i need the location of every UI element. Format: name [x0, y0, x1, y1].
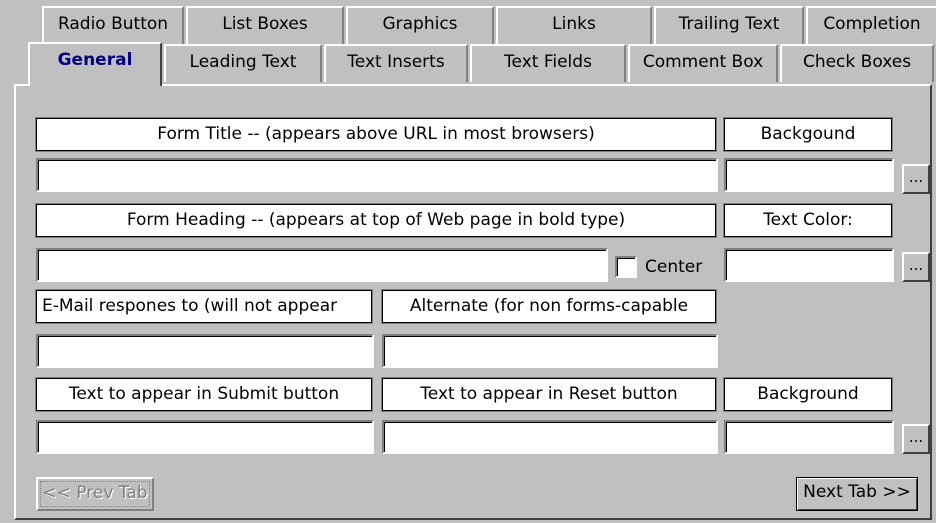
alternate-input[interactable]: [382, 334, 718, 368]
next-tab-button[interactable]: Next Tab >>: [796, 477, 918, 511]
text-color-field[interactable]: [726, 250, 892, 280]
background-input[interactable]: [724, 158, 894, 192]
alternate-label: Alternate (for non forms-capable: [381, 289, 717, 324]
form-heading-field[interactable]: [38, 250, 606, 280]
background-browse-button[interactable]: ...: [902, 164, 930, 194]
submit-text-input[interactable]: [36, 420, 374, 454]
tab-list-boxes[interactable]: List Boxes: [186, 6, 344, 44]
tab-radio-button[interactable]: Radio Button: [42, 6, 184, 44]
tab-trailing-text[interactable]: Trailing Text: [654, 6, 804, 44]
email-label: E-Mail respones to (will not appear: [35, 289, 373, 324]
tab-label: Graphics: [382, 14, 458, 34]
submit-text-field[interactable]: [38, 422, 372, 452]
tab-label: Links: [552, 14, 596, 34]
tab-general[interactable]: General: [28, 42, 162, 86]
next-tab-label: Next Tab >>: [803, 482, 911, 502]
tab-leading-text[interactable]: Leading Text: [164, 44, 322, 82]
tab-text-fields[interactable]: Text Fields: [470, 44, 626, 82]
background-sound-label: Background: [723, 377, 893, 412]
tab-check-boxes[interactable]: Check Boxes: [780, 44, 934, 82]
background-field[interactable]: [726, 160, 892, 190]
reset-text-field[interactable]: [384, 422, 716, 452]
background-sound-browse-button[interactable]: ...: [902, 424, 930, 454]
center-checkbox-group[interactable]: Center: [611, 250, 715, 284]
reset-text-label: Text to appear in Reset button: [381, 377, 717, 412]
tab-label: Comment Box: [642, 52, 764, 72]
email-input[interactable]: [36, 334, 374, 368]
tab-label: General: [57, 50, 133, 70]
text-color-browse-button[interactable]: ...: [902, 252, 930, 282]
form-heading-input[interactable]: [36, 248, 608, 282]
center-checkbox-label: Center: [645, 257, 703, 277]
tab-completion[interactable]: Completion: [806, 6, 936, 44]
tab-label: Text Inserts: [347, 52, 445, 72]
text-color-label: Text Color:: [723, 203, 893, 238]
prev-tab-button[interactable]: << Prev Tab: [36, 477, 154, 511]
form-title-field[interactable]: [38, 160, 716, 190]
tab-label: Leading Text: [189, 52, 297, 72]
background-sound-field[interactable]: [726, 422, 892, 452]
form-heading-label: Form Heading -- (appears at top of Web p…: [35, 203, 717, 238]
tab-text-inserts[interactable]: Text Inserts: [324, 44, 468, 82]
background-label: Backgound: [723, 117, 893, 152]
tab-graphics[interactable]: Graphics: [346, 6, 494, 44]
tab-label: Text Fields: [504, 52, 592, 72]
tab-label: Check Boxes: [802, 52, 912, 72]
text-color-input[interactable]: [724, 248, 894, 282]
form-title-input[interactable]: [36, 158, 718, 192]
alternate-field[interactable]: [384, 336, 716, 366]
prev-tab-label: << Prev Tab: [42, 483, 148, 503]
tab-comment-box[interactable]: Comment Box: [628, 44, 778, 82]
center-checkbox[interactable]: [615, 256, 637, 278]
email-field[interactable]: [38, 336, 372, 366]
tab-links[interactable]: Links: [496, 6, 652, 44]
form-title-label: Form Title -- (appears above URL in most…: [35, 117, 717, 152]
background-sound-input[interactable]: [724, 420, 894, 454]
tab-label: Completion: [823, 14, 921, 34]
submit-text-label: Text to appear in Submit button: [35, 377, 373, 412]
tab-label: Trailing Text: [678, 14, 780, 34]
reset-text-input[interactable]: [382, 420, 718, 454]
tab-label: List Boxes: [222, 14, 308, 34]
tab-label: Radio Button: [57, 14, 169, 34]
